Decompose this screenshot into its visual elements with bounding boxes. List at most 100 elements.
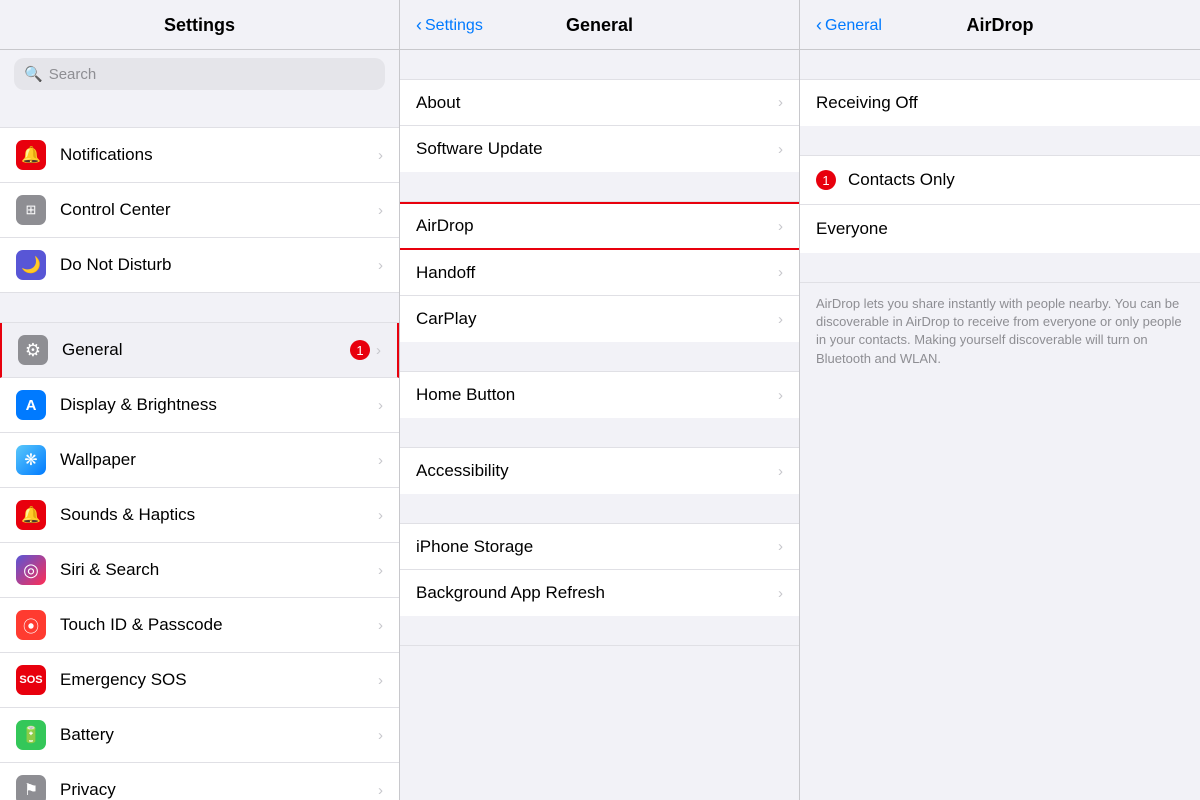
general-header-wrap: ‹ Settings General [416, 15, 783, 36]
chevron-icon: › [378, 507, 383, 524]
do-not-disturb-icon: 🌙 [16, 250, 46, 280]
general-header: ‹ Settings General [400, 0, 799, 50]
general-item-iphone-storage[interactable]: iPhone Storage › [400, 524, 799, 570]
accessibility-label: Accessibility [416, 461, 772, 481]
chevron-icon: › [378, 257, 383, 274]
control-center-icon: ⊞ [16, 195, 46, 225]
chevron-icon: › [778, 141, 783, 158]
general-item-home-button[interactable]: Home Button › [400, 372, 799, 418]
chevron-icon: › [378, 782, 383, 799]
general-back-label: Settings [425, 17, 483, 35]
airdrop-option-everyone[interactable]: Everyone [800, 205, 1200, 253]
general-item-about[interactable]: About › [400, 80, 799, 126]
settings-search[interactable]: 🔍 Search [14, 58, 385, 90]
sounds-haptics-icon: 🔔 [16, 500, 46, 530]
chevron-icon: › [378, 727, 383, 744]
settings-item-siri-search[interactable]: ◎ Siri & Search › [0, 543, 399, 598]
handoff-label: Handoff [416, 263, 772, 283]
settings-list: 🔔 Notifications › ⊞ Control Center › 🌙 D… [0, 98, 399, 800]
general-item-software-update[interactable]: Software Update › [400, 126, 799, 172]
emergency-sos-label: Emergency SOS [60, 670, 372, 690]
general-label: General [62, 340, 344, 360]
airdrop-description: AirDrop lets you share instantly with pe… [800, 283, 1200, 384]
settings-item-sounds-haptics[interactable]: 🔔 Sounds & Haptics › [0, 488, 399, 543]
touch-id-label: Touch ID & Passcode [60, 615, 372, 635]
chevron-icon: › [378, 147, 383, 164]
settings-item-do-not-disturb[interactable]: 🌙 Do Not Disturb › [0, 238, 399, 293]
wallpaper-label: Wallpaper [60, 450, 372, 470]
chevron-icon: › [778, 538, 783, 555]
airdrop-panel: ‹ General AirDrop Receiving Off 1 Contac… [800, 0, 1200, 800]
back-chevron-icon: ‹ [816, 15, 822, 36]
general-badge: 1 [350, 340, 370, 360]
battery-icon: 🔋 [16, 720, 46, 750]
settings-panel: Settings 🔍 Search 🔔 Notifications › ⊞ Co… [0, 0, 400, 800]
separator-4 [400, 418, 799, 448]
general-title: General [566, 15, 633, 36]
airdrop-receiving-off[interactable]: Receiving Off [800, 80, 1200, 126]
settings-item-display-brightness[interactable]: A Display & Brightness › [0, 378, 399, 433]
settings-item-control-center[interactable]: ⊞ Control Center › [0, 183, 399, 238]
settings-header: Settings [0, 0, 399, 50]
settings-title: Settings [164, 15, 235, 36]
separator-3 [400, 342, 799, 372]
settings-item-battery[interactable]: 🔋 Battery › [0, 708, 399, 763]
display-brightness-icon: A [16, 390, 46, 420]
general-back-button[interactable]: ‹ Settings [416, 15, 483, 36]
sounds-haptics-label: Sounds & Haptics [60, 505, 372, 525]
general-item-airdrop[interactable]: AirDrop › [400, 202, 799, 250]
carplay-label: CarPlay [416, 309, 772, 329]
chevron-icon: › [378, 202, 383, 219]
siri-search-icon: ◎ [16, 555, 46, 585]
touch-id-icon: ⦿ [16, 610, 46, 640]
chevron-icon: › [778, 218, 783, 235]
airdrop-content: Receiving Off 1 Contacts Only Everyone A… [800, 50, 1200, 800]
airdrop-back-label: General [825, 17, 882, 35]
settings-item-notifications[interactable]: 🔔 Notifications › [0, 128, 399, 183]
chevron-icon: › [778, 94, 783, 111]
chevron-icon: › [378, 672, 383, 689]
settings-item-general[interactable]: ⚙ General 1 › [0, 323, 399, 378]
privacy-label: Privacy [60, 780, 372, 800]
privacy-icon: ⚑ [16, 775, 46, 800]
search-icon: 🔍 [24, 65, 43, 83]
airdrop-label: AirDrop [416, 216, 772, 236]
settings-item-privacy[interactable]: ⚑ Privacy › [0, 763, 399, 800]
emergency-sos-icon: SOS [16, 665, 46, 695]
chevron-icon: › [778, 311, 783, 328]
general-item-background-refresh[interactable]: Background App Refresh › [400, 570, 799, 616]
iphone-storage-label: iPhone Storage [416, 537, 772, 557]
display-brightness-label: Display & Brightness [60, 395, 372, 415]
siri-search-label: Siri & Search [60, 560, 372, 580]
everyone-label: Everyone [816, 219, 1184, 239]
chevron-icon: › [778, 585, 783, 602]
airdrop-header: ‹ General AirDrop [800, 0, 1200, 50]
contacts-only-badge: 1 [816, 170, 836, 190]
top-separator [0, 98, 399, 128]
separator-2 [400, 172, 799, 202]
wallpaper-icon: ❋ [16, 445, 46, 475]
airdrop-header-wrap: ‹ General AirDrop [816, 15, 1184, 36]
back-chevron-icon: ‹ [416, 15, 422, 36]
airdrop-back-button[interactable]: ‹ General [816, 15, 882, 36]
about-label: About [416, 93, 772, 113]
separator-2 [800, 253, 1200, 283]
settings-item-emergency-sos[interactable]: SOS Emergency SOS › [0, 653, 399, 708]
general-item-handoff[interactable]: Handoff › [400, 250, 799, 296]
airdrop-option-contacts-only[interactable]: 1 Contacts Only [800, 156, 1200, 205]
separator-6 [400, 616, 799, 646]
chevron-icon: › [378, 562, 383, 579]
background-refresh-label: Background App Refresh [416, 583, 772, 603]
separator-1 [800, 126, 1200, 156]
settings-item-wallpaper[interactable]: ❋ Wallpaper › [0, 433, 399, 488]
airdrop-title: AirDrop [967, 15, 1034, 36]
settings-item-touch-id[interactable]: ⦿ Touch ID & Passcode › [0, 598, 399, 653]
chevron-icon: › [378, 617, 383, 634]
general-item-carplay[interactable]: CarPlay › [400, 296, 799, 342]
chevron-icon: › [778, 387, 783, 404]
separator-5 [400, 494, 799, 524]
home-button-label: Home Button [416, 385, 772, 405]
general-item-accessibility[interactable]: Accessibility › [400, 448, 799, 494]
top-separator [800, 50, 1200, 80]
chevron-icon: › [778, 463, 783, 480]
